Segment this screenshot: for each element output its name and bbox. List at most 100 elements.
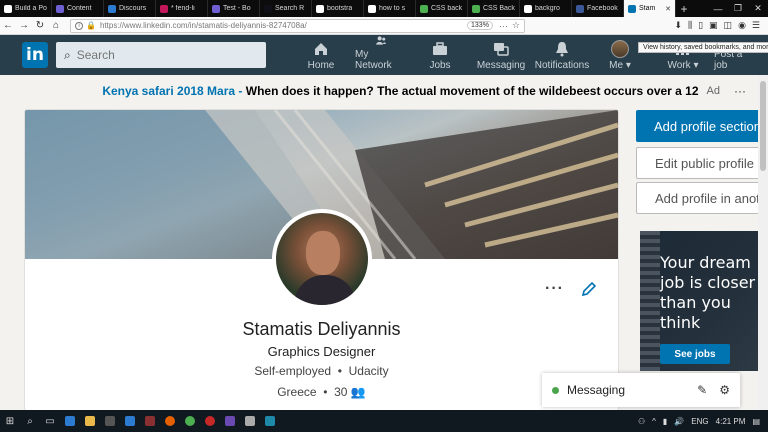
edit-public-profile-button[interactable]: Edit public profile & <box>636 147 768 179</box>
nav-home[interactable]: Home <box>305 35 337 75</box>
education-link[interactable]: Udacity <box>349 364 389 378</box>
compose-icon[interactable]: ✎ <box>697 383 707 397</box>
see-jobs-button[interactable]: See jobs <box>660 344 730 364</box>
browser-tab[interactable]: Discours <box>104 0 156 17</box>
terminal-icon[interactable] <box>260 410 280 432</box>
minimize-icon[interactable]: — <box>708 0 728 17</box>
ad-link[interactable]: Kenya safari 2018 Mara - <box>102 84 242 98</box>
windows-taskbar: ⊞ ⌕ ▭ ⚇ ^ ▮ 🔊 ENG 4:21 PM ▤ <box>0 410 768 432</box>
messaging-widget[interactable]: Messaging ✎ ⚙ <box>542 373 740 407</box>
browser-tab[interactable]: Facebook <box>572 0 624 17</box>
gear-icon[interactable]: ⚙ <box>719 383 730 397</box>
url-text: https://www.linkedin.com/in/stamatis-del… <box>99 21 307 30</box>
screenshot-icon[interactable]: ▣ <box>709 20 718 31</box>
download-icon[interactable]: ⬇ <box>674 20 682 31</box>
messaging-icon <box>494 43 509 56</box>
notifications-tray-icon[interactable]: ▤ <box>752 417 760 426</box>
employment-link[interactable]: Self-employed <box>254 364 331 378</box>
photo-face <box>306 231 340 275</box>
edge-icon[interactable] <box>60 410 80 432</box>
store-icon[interactable] <box>100 410 120 432</box>
nav-post-job[interactable]: Post a job <box>714 35 758 75</box>
browser-tab[interactable]: Test - Bo <box>208 0 260 17</box>
browser-tab[interactable]: backgro <box>520 0 572 17</box>
profile-photo[interactable] <box>272 209 372 309</box>
home-icon <box>315 43 327 55</box>
tab-favicon-icon <box>420 4 428 13</box>
browser-tab[interactable]: * fend-li <box>156 0 208 17</box>
home-browser-icon[interactable]: ⌂ <box>48 20 64 31</box>
nav-messaging[interactable]: Messaging <box>477 35 525 75</box>
close-tab-icon[interactable]: ✕ <box>665 5 671 13</box>
browser-tab[interactable]: Stam ✕ <box>624 0 676 17</box>
taskbar-search-icon[interactable]: ⌕ <box>20 410 40 432</box>
ad-menu-button[interactable]: ··· <box>734 84 746 98</box>
library-icon[interactable]: ⫼ <box>688 20 692 31</box>
ad-text[interactable]: When does it happen? The actual movement… <box>246 84 699 98</box>
page-actions-icon[interactable]: ··· <box>499 21 508 31</box>
sidebar-icon[interactable]: ▯ <box>698 20 703 31</box>
network-tray-icon[interactable]: ▮ <box>663 417 667 426</box>
linkedin-logo[interactable]: in <box>22 42 48 68</box>
nav-jobs[interactable]: Jobs <box>425 35 455 75</box>
new-tab-button[interactable]: + <box>676 0 692 17</box>
nav-me-label: Me ▾ <box>609 60 631 71</box>
explorer-icon[interactable] <box>80 410 100 432</box>
zoom-level[interactable]: 133% <box>467 21 493 30</box>
profile-card: ··· Stamatis Deliyannis Graphics Designe… <box>25 110 618 410</box>
pocket-icon[interactable]: ◫ <box>724 20 733 31</box>
browser-tab[interactable]: how to s <box>364 0 416 17</box>
notepad-icon[interactable] <box>240 410 260 432</box>
people-icon[interactable]: ⚇ <box>638 417 645 426</box>
chrome-icon[interactable] <box>180 410 200 432</box>
app-icon[interactable] <box>140 410 160 432</box>
library-tooltip: View history, saved bookmarks, and more <box>638 42 768 53</box>
jobs-ad-card[interactable]: Your dream job is closer than you think … <box>640 231 768 371</box>
windows-start-icon[interactable]: ⊞ <box>0 410 20 432</box>
tab-label: Search R <box>275 5 305 12</box>
nav-work[interactable]: Work ▾ <box>665 35 701 75</box>
sync-icon[interactable]: ◉ <box>738 20 746 31</box>
browser-tab[interactable]: Build a Portf <box>0 0 52 17</box>
mail-icon[interactable] <box>120 410 140 432</box>
clock[interactable]: 4:21 PM <box>716 417 746 426</box>
bookmark-star-icon[interactable]: ☆ <box>512 20 520 31</box>
browser-nav-bar: ← → ↻ ⌂ i 🔒 https://www.linkedin.com/in/… <box>0 17 768 35</box>
close-window-icon[interactable]: ✕ <box>748 0 768 17</box>
nav-jobs-label: Jobs <box>429 60 451 71</box>
nav-my-network[interactable]: My Network <box>355 35 407 75</box>
back-icon[interactable]: ← <box>0 20 16 31</box>
scrollbar-thumb[interactable] <box>760 81 766 171</box>
browser-tab[interactable]: bootstra <box>312 0 364 17</box>
tray-chevron-icon[interactable]: ^ <box>652 417 656 426</box>
search-box[interactable]: ⌕ <box>56 42 266 68</box>
url-bar[interactable]: i 🔒 https://www.linkedin.com/in/stamatis… <box>70 18 525 33</box>
browser-tab[interactable]: CSS Back <box>468 0 520 17</box>
more-options-icon[interactable]: ··· <box>545 280 564 298</box>
firefox-icon[interactable] <box>160 410 180 432</box>
nav-home-label: Home <box>307 60 335 71</box>
volume-icon[interactable]: 🔊 <box>674 417 684 426</box>
forward-icon[interactable]: → <box>16 20 32 31</box>
nav-notifications[interactable]: Notifications <box>535 35 589 75</box>
reload-icon[interactable]: ↻ <box>32 20 48 31</box>
nav-me[interactable]: Me ▾ <box>605 35 635 75</box>
add-profile-language-button[interactable]: Add profile in anoth <box>636 182 768 214</box>
search-input[interactable] <box>76 48 247 62</box>
language-indicator[interactable]: ENG <box>691 417 708 426</box>
pencil-icon[interactable] <box>580 280 598 298</box>
connections-count[interactable]: 30 <box>334 385 347 399</box>
page-scrollbar[interactable] <box>758 75 768 410</box>
browser-tab[interactable]: Search R <box>260 0 312 17</box>
task-view-icon[interactable]: ▭ <box>40 410 60 432</box>
profile-headline: Graphics Designer <box>267 344 376 359</box>
browser-tab[interactable]: CSS back <box>416 0 468 17</box>
browser-tab[interactable]: Content <box>52 0 104 17</box>
tab-label: backgro <box>535 5 560 12</box>
site-info-icon[interactable]: i <box>75 21 83 30</box>
maximize-icon[interactable]: ❐ <box>728 0 748 17</box>
media-icon[interactable] <box>220 410 240 432</box>
opera-icon[interactable] <box>200 410 220 432</box>
add-profile-section-button[interactable]: Add profile section <box>636 110 768 142</box>
menu-icon[interactable]: ☰ <box>752 20 760 31</box>
